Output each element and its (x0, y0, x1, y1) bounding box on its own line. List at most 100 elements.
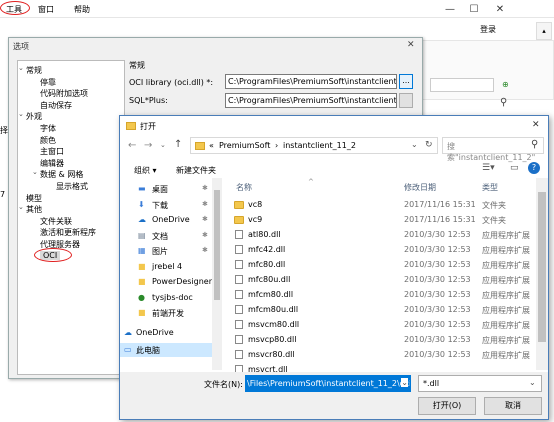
nav-item[interactable]: ▬ 桌面 ✱ (120, 182, 212, 196)
address-dropdown-icon[interactable]: ⌄ (411, 140, 418, 149)
path-separator: › (275, 141, 279, 150)
preview-pane-icon[interactable]: ▭ (510, 163, 519, 173)
pin-icon: ✱ (202, 199, 208, 208)
file-row[interactable]: mfcm80.dll 2010/3/30 12:53 应用程序扩展 (234, 290, 534, 304)
app-search-icon[interactable]: ⚲ (500, 97, 507, 108)
tree-item[interactable]: 激活和更新程序 (40, 227, 96, 238)
file-row[interactable]: mfc42.dll 2010/3/30 12:53 应用程序扩展 (234, 245, 534, 259)
address-bar[interactable]: « PremiumSoft › instantclient_11_2 ⌄ ↻ (190, 137, 438, 154)
dll-file-icon (235, 260, 243, 269)
tree-item[interactable]: 编辑器 (40, 158, 64, 169)
column-date[interactable]: 修改日期 (404, 182, 436, 193)
column-name[interactable]: 名称 (236, 182, 252, 193)
tree-item[interactable]: 主窗口 (40, 146, 64, 157)
file-name: msvcr80.dll (248, 350, 295, 359)
tree-item[interactable]: 停靠 (40, 77, 56, 88)
file-row[interactable]: mfcm80u.dll 2010/3/30 12:53 应用程序扩展 (234, 305, 534, 319)
nav-item-label: tysjbs-doc (152, 292, 193, 302)
tree-item[interactable]: 常规 (26, 65, 42, 76)
back-arrow-icon[interactable]: ← (128, 140, 136, 151)
open-dialog-close-icon[interactable]: ✕ (532, 120, 540, 130)
tree-item[interactable]: 模型 (26, 193, 42, 204)
refresh-icon[interactable]: ↻ (425, 140, 433, 150)
file-type-dropdown-icon: ⌄ (529, 378, 536, 387)
nav-item[interactable]: ■ PowerDesigner (120, 275, 212, 289)
download-icon: ⬇ (138, 199, 145, 209)
file-row[interactable]: atl80.dll 2010/3/30 12:53 应用程序扩展 (234, 230, 534, 244)
open-button[interactable]: 打开(O) (418, 397, 476, 415)
view-options-icon[interactable]: ☰▾ (482, 163, 495, 173)
file-row[interactable]: msvcp80.dll 2010/3/30 12:53 应用程序扩展 (234, 335, 534, 349)
tree-item[interactable]: 字体 (40, 123, 56, 134)
filename-input[interactable]: \Files\PremiumSoft\instantclient_11_2\oc… (245, 375, 411, 392)
nav-item[interactable]: ☁ OneDrive (120, 326, 212, 340)
minimize-icon[interactable]: — (438, 0, 462, 20)
nav-item[interactable]: ● tysjbs-doc (120, 291, 212, 305)
app-tool-icon[interactable]: ⊕ (502, 80, 509, 89)
tree-item[interactable]: 其他 (26, 204, 42, 215)
file-row[interactable]: msvcr80.dll 2010/3/30 12:53 应用程序扩展 (234, 350, 534, 364)
file-row[interactable]: mfc80u.dll 2010/3/30 12:53 应用程序扩展 (234, 275, 534, 289)
sqlplus-field[interactable]: C:\ProgramFiles\PremiumSoft\instantclien… (225, 93, 397, 108)
forward-arrow-icon[interactable]: → (144, 140, 152, 151)
tree-expander-icon[interactable]: ⌄ (32, 168, 38, 176)
cancel-button[interactable]: 取消 (484, 397, 542, 415)
options-close-icon[interactable]: ✕ (407, 40, 415, 50)
new-folder-button[interactable]: 新建文件夹 (176, 165, 216, 176)
help-icon[interactable]: ? (528, 162, 540, 174)
nav-item[interactable]: ■ jrebel 4 (120, 260, 212, 274)
file-row[interactable]: mfc80.dll 2010/3/30 12:53 应用程序扩展 (234, 260, 534, 274)
path-segment-premiumsoft[interactable]: PremiumSoft (219, 141, 270, 150)
oci-library-field[interactable]: C:\ProgramFiles\PremiumSoft\instantclien… (225, 74, 397, 89)
sqlplus-browse-button[interactable] (399, 93, 413, 108)
oci-browse-button[interactable]: ... (399, 74, 413, 89)
nav-item-label: 图片 (152, 247, 168, 256)
file-type-select[interactable]: *.dll ⌄ (418, 375, 542, 392)
recent-dropdown-icon[interactable]: ⌄ (160, 141, 166, 149)
nav-item[interactable]: ■ 前端开发 (120, 306, 212, 320)
file-type: 应用程序扩展 (482, 336, 530, 345)
nav-scrollbar[interactable] (212, 178, 222, 370)
menu-window[interactable]: 窗口 (38, 4, 54, 15)
file-date: 2010/3/30 12:53 (404, 230, 471, 239)
nav-item[interactable]: ⬇ 下载 ✱ (120, 198, 212, 212)
menu-help[interactable]: 帮助 (74, 4, 90, 15)
organize-button[interactable]: 组织 ▾ (134, 165, 157, 176)
column-type[interactable]: 类型 (482, 182, 498, 193)
tree-item[interactable]: 显示格式 (56, 181, 88, 192)
tree-item[interactable]: 自动保存 (40, 100, 72, 111)
tree-expander-icon[interactable]: ⌄ (18, 110, 24, 118)
tree-item[interactable]: 外观 (26, 111, 42, 122)
file-row[interactable]: vc9 2017/11/16 15:31 文件夹 (234, 215, 534, 229)
file-scroll-thumb[interactable] (538, 192, 546, 342)
file-type: 应用程序扩展 (482, 321, 530, 330)
search-box[interactable]: 搜索"instantclient_11_2" ⚲ (442, 137, 544, 162)
window-close-icon[interactable]: ✕ (488, 0, 512, 20)
tree-item[interactable]: 代码附加选项 (40, 88, 88, 99)
tree-expander-icon[interactable]: ⌄ (18, 64, 24, 72)
filename-label: 文件名(N): (204, 380, 243, 389)
nav-item[interactable]: ▦ 图片 ✱ (120, 244, 212, 258)
tree-expander-icon[interactable]: ⌄ (18, 203, 24, 211)
nav-item[interactable]: ▤ 文档 ✱ (120, 229, 212, 243)
nav-item[interactable]: ▭ 此电脑 (120, 343, 212, 357)
left-edge-label-2: 7 (0, 190, 6, 199)
tree-item[interactable]: 文件关联 (40, 216, 72, 227)
maximize-icon[interactable]: ☐ (462, 0, 486, 20)
file-scrollbar[interactable] (536, 178, 548, 370)
login-link[interactable]: 登录 (480, 24, 496, 35)
scroll-up-arrow[interactable]: ▴ (536, 22, 552, 40)
tree-item[interactable]: 颜色 (40, 135, 56, 146)
nav-item[interactable]: ☁ OneDrive ✱ (120, 213, 212, 227)
path-overflow[interactable]: « (209, 141, 214, 150)
file-row[interactable]: vc8 2017/11/16 15:31 文件夹 (234, 200, 534, 214)
up-arrow-icon[interactable]: ↑ (174, 139, 182, 150)
dll-file-icon (235, 290, 243, 299)
filename-dropdown-icon[interactable]: ⌄ (401, 378, 408, 387)
app-field[interactable] (430, 78, 494, 92)
nav-scroll-thumb[interactable] (214, 190, 220, 300)
tree-item[interactable]: 数据 & 网格 (40, 169, 83, 180)
path-segment-instantclient[interactable]: instantclient_11_2 (283, 141, 356, 150)
dll-file-icon (235, 305, 243, 314)
file-row[interactable]: msvcm80.dll 2010/3/30 12:53 应用程序扩展 (234, 320, 534, 334)
